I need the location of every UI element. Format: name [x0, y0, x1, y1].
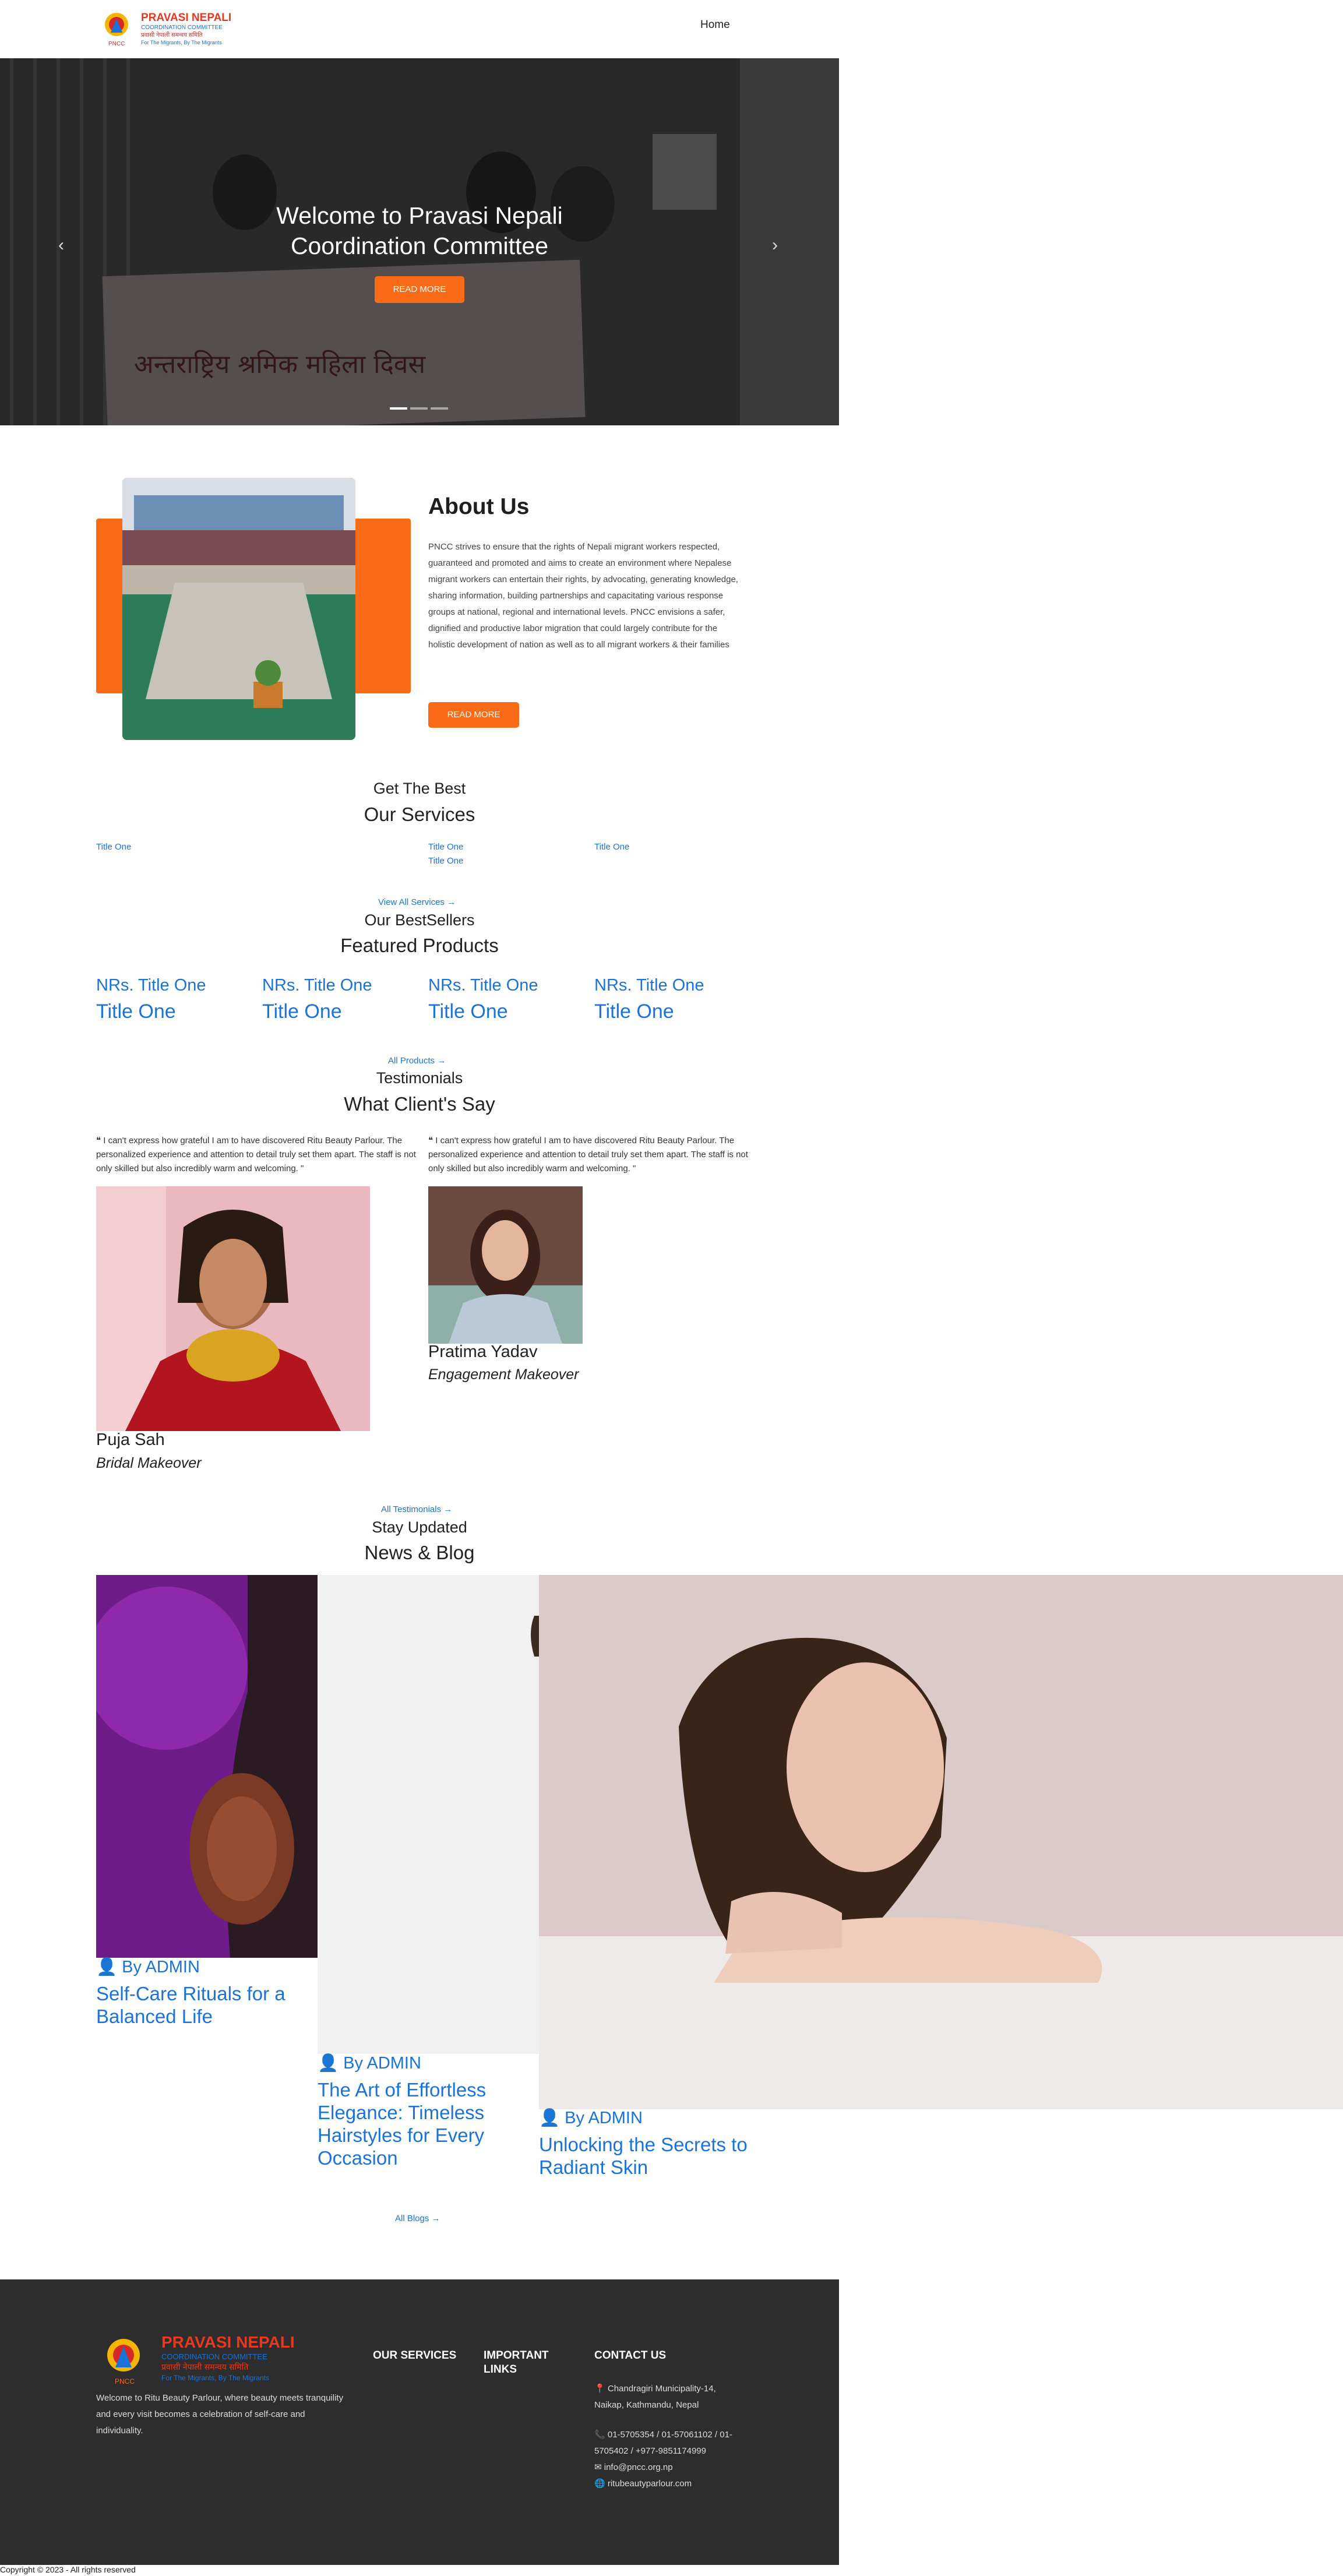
- mail-icon: ✉: [594, 2462, 602, 2472]
- all-products-link[interactable]: All Products →: [388, 1056, 446, 1066]
- globe-icon: 🌐: [594, 2479, 605, 2489]
- about-text: PNCC strives to ensure that the rights o…: [428, 542, 738, 650]
- blog-image-2[interactable]: [318, 1575, 539, 2054]
- testimonial-name-2: Pratima Yadav: [428, 1342, 538, 1361]
- site-footer: PNCC PRAVASI NEPALI COORDINATION COMMITT…: [0, 2279, 839, 2565]
- product-price-4[interactable]: NRs. Title One: [594, 976, 704, 995]
- svg-text:PRAVASI NEPALI: PRAVASI NEPALI: [141, 12, 231, 24]
- copyright-text: Copyright © 2023 - All rights reserved: [0, 2565, 136, 2574]
- footer-about: Welcome to Ritu Beauty Parlour, where be…: [96, 2393, 344, 2436]
- nav-home-link[interactable]: Home: [700, 19, 730, 31]
- about-read-more-button[interactable]: READ MORE: [428, 702, 519, 728]
- footer-services-heading: OUR SERVICES: [373, 2349, 457, 2362]
- blog-subtitle: Stay Updated: [372, 1518, 467, 1536]
- blog-author-1: 👤 By ADMIN: [96, 1958, 200, 1976]
- blog-title: News & Blog: [364, 1542, 475, 1563]
- view-all-services-link[interactable]: View All Services →: [378, 897, 456, 907]
- testimonial-photo-1: [96, 1186, 370, 1431]
- footer-links-heading: IMPORTANT LINKS: [484, 2349, 549, 2376]
- services-title: Our Services: [364, 804, 475, 825]
- footer-logo[interactable]: PNCC PRAVASI NEPALI COORDINATION COMMITT…: [100, 2329, 304, 2387]
- blog-post-title-3[interactable]: Unlocking the Secrets to Radiant Skin: [539, 2133, 772, 2179]
- chevron-right-icon[interactable]: ›: [772, 235, 778, 255]
- svg-text:प्रवासी नेपाली समन्वय समिति: प्रवासी नेपाली समन्वय समिति: [161, 2362, 249, 2372]
- footer-contact-heading: CONTACT US: [594, 2349, 667, 2362]
- product-name-4[interactable]: Title One: [594, 1000, 674, 1023]
- products-title: Featured Products: [340, 935, 499, 956]
- brand-logo[interactable]: PNCC PRAVASI NEPALI COORDINATION COMMITT…: [100, 7, 240, 49]
- testimonials-subtitle: Testimonials: [376, 1069, 463, 1087]
- blog-author-3: 👤 By ADMIN: [539, 2109, 643, 2127]
- testimonial-role-2: Engagement Makeover: [428, 1366, 579, 1383]
- service-item-3[interactable]: Title One: [428, 856, 463, 866]
- footer-email[interactable]: ✉ info@pncc.org.np: [594, 2459, 673, 2476]
- testimonials-title: What Client's Say: [344, 1093, 495, 1115]
- testimonial-quote-2: ❝ I can't express how grateful I am to h…: [428, 1136, 748, 1174]
- blog-post-title-2[interactable]: The Art of Effortless Elegance: Timeless H…: [318, 2078, 539, 2169]
- about-title: About Us: [428, 494, 530, 519]
- footer-website[interactable]: 🌐 ritubeautyparlour.com: [594, 2476, 692, 2492]
- hero-read-more-button[interactable]: READ MORE: [375, 276, 464, 303]
- testimonial-role-1: Bridal Makeover: [96, 1455, 202, 1471]
- blog-image-3[interactable]: [539, 1575, 1343, 2109]
- footer-address: 📍 Chandragiri Municipality-14, Naikap, K…: [594, 2384, 716, 2410]
- svg-text:For The Migrants, By The Migra: For The Migrants, By The Migrants: [141, 40, 222, 45]
- testimonial-quote-1: ❝ I can't express how grateful I am to h…: [96, 1136, 416, 1174]
- blog-post-title-1[interactable]: Self-Care Rituals for a Balanced Life: [96, 1982, 318, 2028]
- site-header: PNCC PRAVASI NEPALI COORDINATION COMMITT…: [0, 0, 839, 58]
- svg-text:COORDINATION COMMITTEE: COORDINATION COMMITTEE: [141, 24, 223, 31]
- all-blogs-link[interactable]: All Blogs →: [395, 2214, 440, 2223]
- product-price-3[interactable]: NRs. Title One: [428, 976, 538, 995]
- svg-text:PNCC: PNCC: [108, 41, 125, 47]
- blog-image-1[interactable]: [96, 1575, 318, 1958]
- product-name-1[interactable]: Title One: [96, 1000, 176, 1023]
- chevron-left-icon[interactable]: ‹: [58, 235, 64, 255]
- map-pin-icon: 📍: [594, 2384, 605, 2394]
- user-icon: 👤: [539, 2109, 561, 2127]
- product-name-2[interactable]: Title One: [262, 1000, 342, 1023]
- svg-text:PRAVASI NEPALI: PRAVASI NEPALI: [161, 2333, 295, 2351]
- user-icon: 👤: [96, 1958, 118, 1976]
- hero-carousel: अन्तराष्ट्रिय श्रमिक महिला दिवस Welcome …: [0, 58, 839, 425]
- service-item-4[interactable]: Title One: [594, 842, 629, 852]
- service-item-1[interactable]: Title One: [96, 842, 131, 852]
- product-price-2[interactable]: NRs. Title One: [262, 976, 372, 995]
- svg-text:For The Migrants, By The Migra: For The Migrants, By The Migrants: [161, 2374, 269, 2382]
- carousel-indicator-3[interactable]: [431, 407, 448, 410]
- footer-phone[interactable]: 📞 01-5705354 / 01-57061102 / 01- 5705402…: [594, 2427, 763, 2459]
- hero-title: Welcome to Pravasi Nepali Coordination C…: [276, 202, 563, 259]
- carousel-indicator-1[interactable]: [390, 407, 407, 410]
- product-name-3[interactable]: Title One: [428, 1000, 508, 1023]
- carousel-indicator-2[interactable]: [410, 407, 428, 410]
- about-photo: [122, 478, 355, 740]
- blog-author-2: 👤 By ADMIN: [318, 2054, 421, 2073]
- svg-text:COORDINATION COMMITTEE: COORDINATION COMMITTEE: [161, 2352, 267, 2361]
- service-item-2[interactable]: Title One: [428, 842, 463, 852]
- testimonial-name-1: Puja Sah: [96, 1430, 165, 1449]
- svg-text:PNCC: PNCC: [115, 2377, 135, 2385]
- all-testimonials-link[interactable]: All Testimonials →: [381, 1504, 452, 1514]
- svg-text:प्रवासी नेपाली समन्वय समिति: प्रवासी नेपाली समन्वय समिति: [141, 31, 203, 38]
- products-subtitle: Our BestSellers: [364, 911, 475, 929]
- phone-icon: 📞: [594, 2430, 605, 2440]
- user-icon: 👤: [318, 2054, 339, 2073]
- testimonial-photo-2: [428, 1186, 583, 1344]
- product-price-1[interactable]: NRs. Title One: [96, 976, 206, 995]
- services-subtitle: Get The Best: [373, 780, 466, 797]
